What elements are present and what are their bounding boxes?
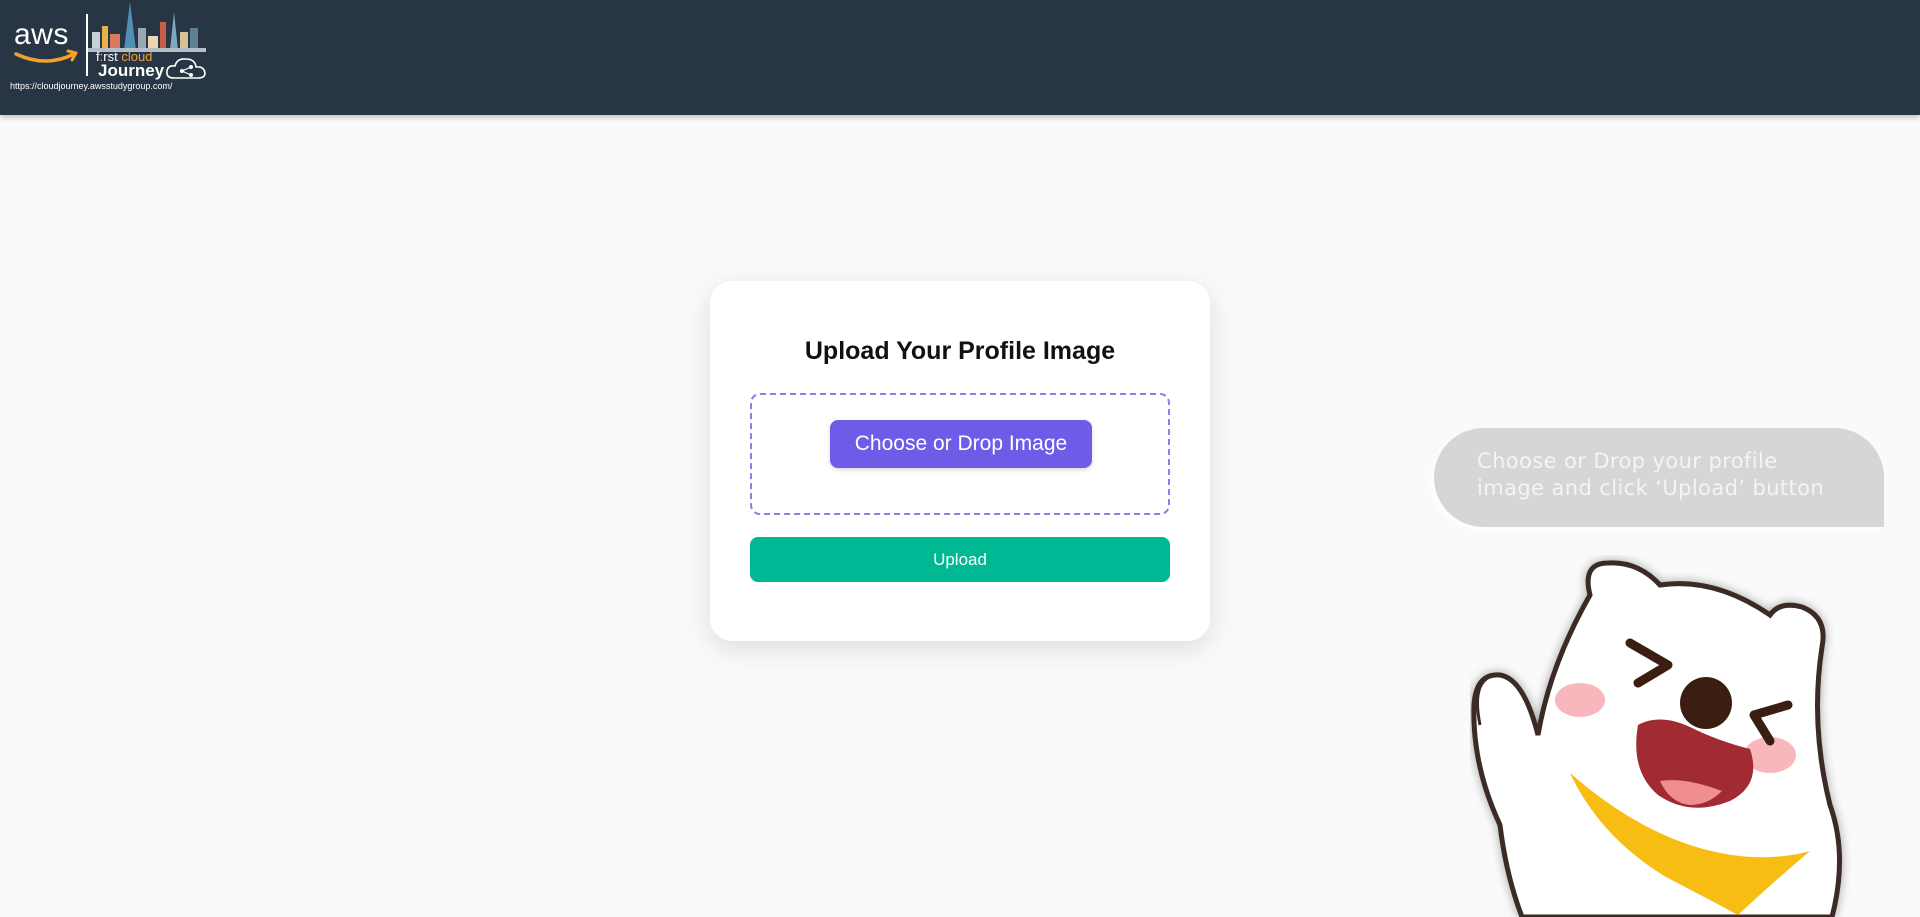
image-dropzone[interactable]: Choose or Drop Image — [750, 393, 1170, 515]
hint-line-1: Choose or Drop your profile — [1477, 449, 1778, 473]
hint-text: Choose or Drop your profile image and cl… — [1477, 448, 1877, 502]
card-title: Upload Your Profile Image — [804, 337, 1116, 365]
aws-first-cloud-journey-logo[interactable]: aws f:rst cloud Journey https://cloudjou… — [8, 2, 206, 92]
hint-line-2: image and click ‘Upload’ button — [1477, 476, 1825, 500]
logo-journey-text: Journey — [98, 61, 165, 80]
waving-bear-mascot-icon — [1471, 560, 1843, 917]
hint-speech-bubble: Choose or Drop your profile image and cl… — [1434, 428, 1884, 527]
logo-aws-text: aws — [14, 18, 69, 51]
choose-image-button[interactable]: Choose or Drop Image — [830, 420, 1092, 468]
top-header: aws f:rst cloud Journey https://cloudjou… — [0, 0, 1920, 115]
cloud-share-icon — [166, 58, 206, 79]
logo-url-text: https://cloudjourney.awsstudygroup.com/ — [10, 81, 173, 91]
upload-button[interactable]: Upload — [750, 537, 1170, 582]
aws-smile-icon — [14, 49, 78, 63]
city-skyline-icon — [88, 2, 206, 52]
upload-card: Upload Your Profile Image Choose or Drop… — [710, 281, 1210, 641]
